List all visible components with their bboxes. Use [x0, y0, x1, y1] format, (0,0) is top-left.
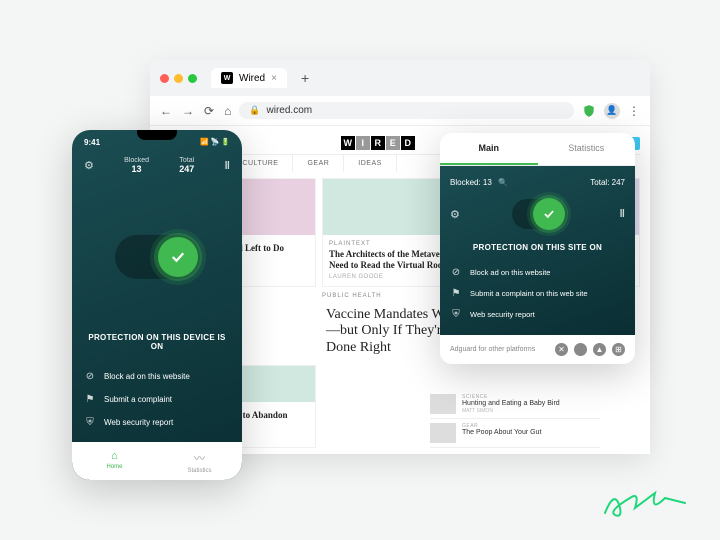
- check-icon: [169, 248, 187, 266]
- submit-complaint-action[interactable]: ⚑Submit a complaint on this web site: [450, 283, 625, 304]
- footer-text: Adguard for other platforms: [450, 346, 535, 353]
- total-counter: Total 247: [179, 157, 194, 174]
- reload-button[interactable]: ⟳: [204, 104, 214, 118]
- blocked-counter: Blocked 13: [124, 157, 149, 174]
- mobile-tabbar: ⌂Home 〰Statistics: [72, 442, 242, 480]
- block-icon: ⊘: [450, 267, 462, 278]
- platform-android-icon[interactable]: ▲: [593, 343, 606, 356]
- popup-tab-statistics[interactable]: Statistics: [538, 133, 636, 165]
- tab-statistics[interactable]: 〰Statistics: [157, 450, 242, 474]
- block-ad-action[interactable]: ⊘Block ad on this website: [84, 365, 230, 388]
- block-ad-action[interactable]: ⊘Block ad on this website: [450, 262, 625, 283]
- sidebar-article-list: SCIENCE Hunting and Eating a Baby Bird M…: [430, 390, 600, 448]
- mobile-statusbar: 9:41 📶 📡 🔋: [72, 130, 242, 151]
- status-icons: 📶 📡 🔋: [200, 138, 230, 147]
- settings-icon[interactable]: ⚙: [450, 208, 460, 221]
- block-icon: ⊘: [84, 371, 96, 382]
- pause-icon[interactable]: ǁ: [225, 160, 230, 172]
- browser-tabbar: W Wired × +: [150, 60, 650, 96]
- platform-chrome-icon[interactable]: ✕: [555, 343, 568, 356]
- url-text: wired.com: [267, 105, 313, 116]
- mobile-app: 9:41 📶 📡 🔋 ⚙ Blocked 13 Total 247 ǁ PROT…: [72, 130, 242, 480]
- lock-icon: 🔒: [249, 105, 260, 116]
- new-tab-button[interactable]: +: [301, 70, 309, 86]
- check-icon: [542, 207, 556, 221]
- total-counter: Total: 247: [590, 178, 625, 187]
- toggle-knob: [158, 237, 198, 277]
- platform-apple-icon[interactable]: [574, 343, 587, 356]
- article-thumb: [430, 394, 456, 414]
- signature: [600, 483, 690, 528]
- settings-icon[interactable]: ⚙: [84, 159, 94, 172]
- security-report-action[interactable]: ⛨Web security report: [84, 411, 230, 434]
- protection-status-text: PROTECTION ON THIS DEVICE IS ON: [72, 333, 242, 365]
- shield-icon: ⛨: [450, 309, 462, 320]
- toggle-knob: [533, 198, 565, 230]
- back-button[interactable]: ←: [160, 104, 172, 118]
- list-item[interactable]: SCIENCE Hunting and Eating a Baby Bird M…: [430, 390, 600, 419]
- flag-icon: ⚑: [450, 288, 462, 299]
- tab-close-icon[interactable]: ×: [271, 73, 277, 84]
- nav-item[interactable]: IDEAS: [344, 155, 397, 172]
- traffic-lights[interactable]: [160, 74, 197, 83]
- stats-icon: 〰: [194, 450, 205, 466]
- home-button[interactable]: ⌂: [224, 104, 231, 118]
- nav-item[interactable]: GEAR: [293, 155, 344, 172]
- wired-logo[interactable]: WIRED: [341, 136, 415, 150]
- shield-icon: ⛨: [84, 417, 96, 428]
- forward-button[interactable]: →: [182, 104, 194, 118]
- favicon-icon: W: [221, 72, 233, 84]
- adguard-extension-icon[interactable]: [582, 104, 596, 118]
- pause-icon[interactable]: ǁ: [620, 208, 625, 220]
- profile-avatar[interactable]: 👤: [604, 103, 620, 119]
- flag-icon: ⚑: [84, 394, 96, 405]
- protection-toggle[interactable]: [115, 235, 200, 279]
- notch: [137, 130, 177, 140]
- browser-tab[interactable]: W Wired ×: [211, 68, 287, 88]
- address-bar[interactable]: 🔒 wired.com: [239, 102, 574, 119]
- tab-title: Wired: [239, 73, 265, 84]
- submit-complaint-action[interactable]: ⚑Submit a complaint: [84, 388, 230, 411]
- blocked-counter: Blocked: 13 🔍: [450, 178, 508, 187]
- browser-toolbar: ← → ⟳ ⌂ 🔒 wired.com 👤 ⋮: [150, 96, 650, 126]
- home-icon: ⌂: [111, 450, 118, 462]
- platform-windows-icon[interactable]: ⊞: [612, 343, 625, 356]
- clock: 9:41: [84, 138, 100, 147]
- protection-toggle[interactable]: [512, 199, 567, 229]
- list-item[interactable]: GEAR The Poop About Your Gut: [430, 419, 600, 448]
- popup-tab-main[interactable]: Main: [440, 133, 538, 165]
- extension-popup: Main Statistics Blocked: 13 🔍 Total: 247…: [440, 133, 635, 364]
- tab-home[interactable]: ⌂Home: [72, 450, 157, 474]
- article-thumb: [430, 423, 456, 443]
- security-report-action[interactable]: ⛨Web security report: [450, 304, 625, 325]
- magnify-icon[interactable]: 🔍: [498, 178, 508, 187]
- protection-status-text: PROTECTION ON THIS SITE ON: [450, 239, 625, 262]
- browser-menu-icon[interactable]: ⋮: [628, 104, 640, 118]
